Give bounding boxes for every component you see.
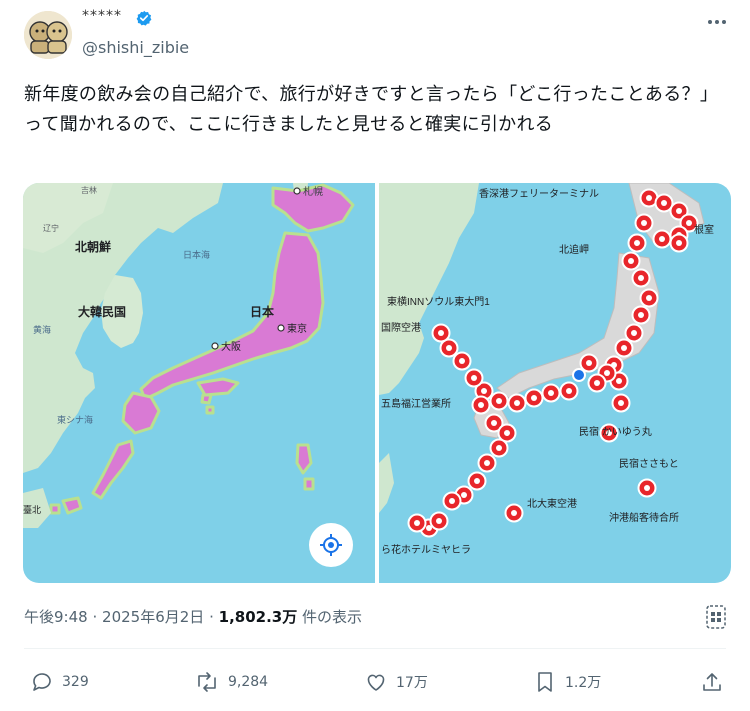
bookmark-button[interactable]: 1.2万 [533,670,601,694]
more-options-icon[interactable] [706,14,728,30]
my-location-button[interactable] [309,523,353,567]
label-kitadaito: 北大東空港 [527,497,577,510]
label-toyoko: 東横INNソウル東大門1 [387,295,490,308]
label-higashishinakai: 東シナ海 [57,414,93,425]
reply-button[interactable]: 329 [30,670,89,694]
map-right[interactable]: 香深港フェリーターミナル 根室 北追岬 東横INNソウル東大門1 国際空港 五島… [379,183,731,583]
like-count: 17万 [396,675,428,691]
label-sapporo: 札幌 [303,185,323,198]
tweet-text: 新年度の飲み会の自己紹介で、旅行が好きですと言ったら「どこ行ったことある？」って… [24,84,719,135]
label-kaiyumaru: 民宿 かいゆう丸 [579,425,652,438]
label-kokusai-kuko: 国際空港 [381,321,421,334]
avatar[interactable] [24,11,72,59]
label-jilin: 吉林 [81,185,97,195]
reply-count: 329 [62,674,89,690]
label-tokyo: 東京 [287,322,307,335]
bookmark-count: 1.2万 [565,675,602,691]
repost-count: 9,284 [228,674,269,690]
share-button[interactable] [700,670,732,694]
display-name[interactable]: ***** [82,8,122,24]
verified-badge-icon [136,10,152,26]
like-button[interactable]: 17万 [364,670,428,694]
views-suffix: 件の表示 [302,608,363,626]
repost-button[interactable]: 9,284 [194,670,268,694]
analytics-icon[interactable] [705,604,727,630]
label-sasamoto: 民宿ささもと [619,457,679,470]
share-icon [703,673,721,691]
repost-icon [198,672,216,692]
tweet-media[interactable]: 札幌 吉林 辽宁 北朝鮮 日本海 大韓民国 日本 東京 大阪 黄海 東シナ海 臺… [23,183,731,583]
meta-separator: · [209,608,214,626]
heart-icon [367,674,385,691]
label-hokkaido-misaki: 北追岬 [559,243,589,256]
divider [24,648,726,649]
meta-separator: · [92,608,98,626]
label-nihon: 日本 [250,304,274,319]
reply-icon [33,673,51,691]
label-liaoning: 辽宁 [43,223,59,233]
tweet-meta: 午後9:48 · 2025年6月2日 · 1,802.3万 件の表示 [24,604,362,630]
label-ferry: 香深港フェリーターミナル [479,188,599,200]
tweet-date[interactable]: 2025年6月2日 [102,608,204,626]
bookmark-icon [538,672,552,692]
user-handle[interactable]: @shishi_zibie [82,38,189,58]
view-count: 1,802.3万 [218,608,298,626]
tweet-time[interactable]: 午後9:48 [24,608,88,626]
label-osaka: 大阪 [221,340,241,353]
label-okinokou: 沖港船客待合所 [609,511,679,524]
label-taipei: 臺北 [23,504,41,515]
label-kankoku: 大韓民国 [78,304,126,319]
label-kokai: 黄海 [33,324,51,335]
label-nihonkai: 日本海 [183,249,210,260]
label-kitachosen: 北朝鮮 [75,239,111,254]
map-left[interactable]: 札幌 吉林 辽宁 北朝鮮 日本海 大韓民国 日本 東京 大阪 黄海 東シナ海 臺… [23,183,375,583]
label-goto: 五島福江営業所 [381,397,451,410]
label-nemuro: 根室 [694,223,714,236]
label-miyahira: ら花ホテルミヤヒラ [381,543,471,556]
